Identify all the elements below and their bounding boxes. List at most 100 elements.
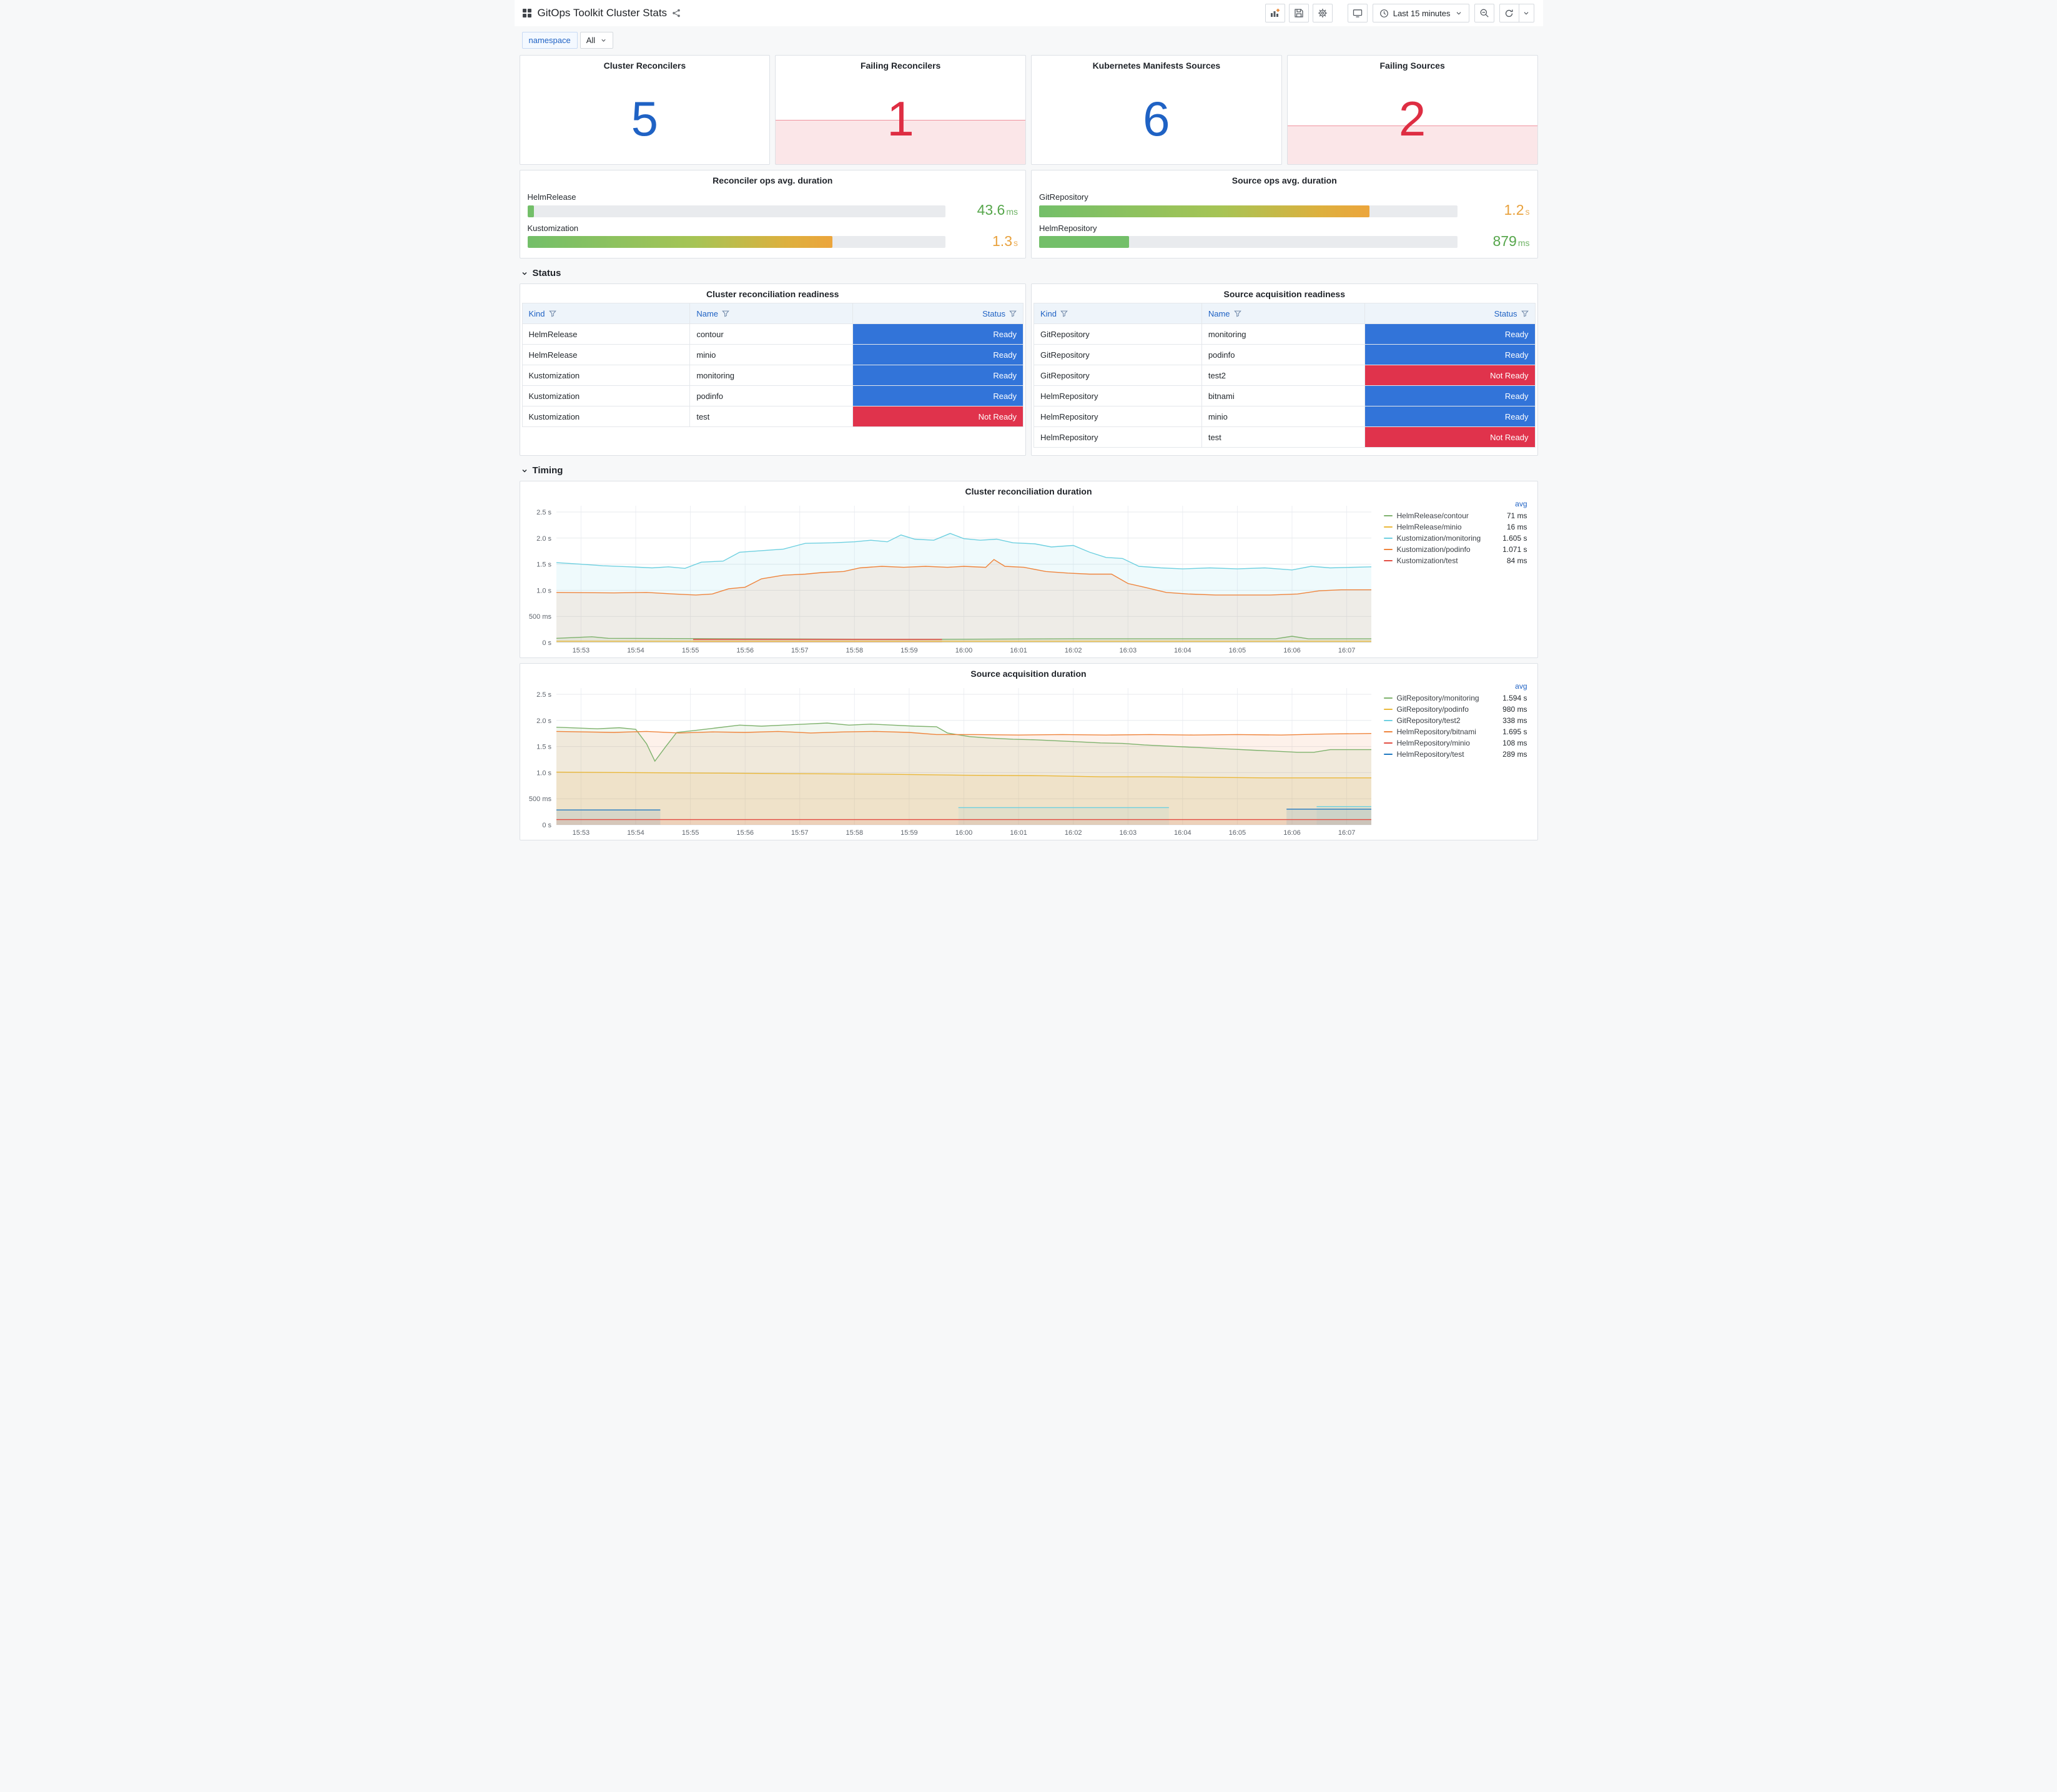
legend-avg-header[interactable]: avg [1384, 500, 1527, 510]
status-tables-row: Cluster reconciliation readiness Kind Na… [515, 283, 1543, 456]
series-name: HelmRepository/minio [1396, 739, 1470, 747]
dashboard-grid-icon[interactable] [522, 8, 532, 18]
legend-item[interactable]: GitRepository/monitoring 1.594 s [1383, 692, 1527, 704]
legend-item[interactable]: HelmRepository/minio 108 ms [1383, 737, 1527, 749]
svg-text:2.0 s: 2.0 s [536, 717, 551, 725]
stat-panel-manifests-sources: Kubernetes Manifests Sources 6 [1031, 55, 1282, 165]
panel-source-acquisition-readiness: Source acquisition readiness Kind Name S… [1031, 283, 1538, 456]
name-cell: podinfo [689, 385, 854, 406]
panel-title[interactable]: Kubernetes Manifests Sources [1032, 56, 1281, 72]
stat-value: 2 [1398, 91, 1426, 146]
column-header-name[interactable]: Name [1202, 309, 1364, 318]
series-avg-value: 84 ms [1506, 556, 1527, 565]
gauge-label: HelmRepository [1039, 223, 1097, 233]
section-status[interactable]: Status [515, 263, 1543, 283]
panel-cluster-reconciliation-readiness: Cluster reconciliation readiness Kind Na… [519, 283, 1026, 456]
series-avg-value: 1.605 s [1502, 534, 1527, 543]
readiness-table: Kind Name Status HelmRelease contour Ready… [521, 303, 1024, 427]
table-row: HelmRepository bitnami Ready [1033, 385, 1536, 406]
svg-text:15:56: 15:56 [736, 647, 754, 654]
legend-item[interactable]: HelmRelease/minio 16 ms [1383, 521, 1527, 533]
status-badge: Ready [852, 365, 1024, 386]
panel-title[interactable]: Failing Sources [1288, 56, 1537, 72]
panel-title[interactable]: Cluster reconciliation readiness [520, 284, 1026, 301]
legend-item[interactable]: HelmRelease/contour 71 ms [1383, 510, 1527, 521]
legend-item[interactable]: Kustomization/test 84 ms [1383, 555, 1527, 566]
series-color-swatch [1383, 549, 1393, 550]
name-cell: minio [1201, 406, 1365, 427]
series-name: GitRepository/podinfo [1396, 705, 1469, 714]
section-timing[interactable]: Timing [515, 461, 1543, 481]
legend-item[interactable]: Kustomization/podinfo 1.071 s [1383, 544, 1527, 555]
gauge-helmrepository: HelmRepository 879 ms [1039, 224, 1530, 249]
time-range-picker[interactable]: Last 15 minutes [1372, 4, 1469, 22]
zoom-out-icon [1480, 9, 1489, 17]
table-row: GitRepository test2 Not Ready [1033, 365, 1536, 386]
legend-item[interactable]: GitRepository/podinfo 980 ms [1383, 704, 1527, 715]
gauge-track [1039, 236, 1458, 249]
panel-title[interactable]: Source ops avg. duration [1032, 170, 1537, 187]
svg-text:15:55: 15:55 [681, 829, 699, 837]
legend-avg-header[interactable]: avg [1384, 682, 1527, 692]
add-panel-button[interactable] [1265, 4, 1285, 22]
series-avg-value: 1.695 s [1502, 727, 1527, 736]
filter-icon [1060, 310, 1068, 317]
dashboard-header: GitOps Toolkit Cluster Stats Last 15 min… [514, 0, 1543, 26]
column-header-status[interactable]: Status [1365, 309, 1535, 318]
variable-namespace-label[interactable]: namespace [521, 32, 578, 49]
gauge-track [527, 205, 945, 217]
svg-text:2.5 s: 2.5 s [536, 691, 551, 699]
panel-title[interactable]: Source acquisition readiness [1032, 284, 1537, 301]
panel-title[interactable]: Cluster Reconcilers [520, 56, 770, 72]
dashboard-settings-button[interactable] [1312, 4, 1333, 22]
stat-value: 6 [1143, 91, 1170, 146]
panel-title[interactable]: Reconciler ops avg. duration [520, 170, 1026, 187]
svg-text:16:05: 16:05 [1228, 647, 1246, 654]
chevron-down-icon [521, 272, 527, 275]
kind-cell: GitRepository [1033, 344, 1202, 365]
share-icon[interactable] [672, 9, 681, 17]
gauge-value: 1.2 s [1504, 202, 1530, 219]
svg-text:16:07: 16:07 [1338, 647, 1355, 654]
variable-namespace-select[interactable]: All [580, 32, 614, 49]
column-header-name[interactable]: Name [690, 309, 852, 318]
legend-item[interactable]: Kustomization/monitoring 1.605 s [1383, 533, 1527, 544]
series-name: Kustomization/monitoring [1396, 534, 1481, 543]
series-color-swatch [1383, 709, 1393, 710]
filter-icon [1233, 310, 1241, 317]
svg-text:16:04: 16:04 [1174, 829, 1191, 837]
table-header-row: Kind Name Status [521, 303, 1024, 324]
table-row: HelmRelease contour Ready [521, 323, 1024, 345]
table-row: Kustomization monitoring Ready [521, 365, 1024, 386]
legend-item[interactable]: HelmRepository/bitnami 1.695 s [1383, 726, 1527, 737]
name-cell: minio [689, 344, 854, 365]
column-header-kind[interactable]: Kind [1034, 309, 1201, 318]
panel-title[interactable]: Source acquisition duration [520, 664, 1537, 681]
refresh-button[interactable] [1499, 4, 1519, 22]
panel-title[interactable]: Cluster reconciliation duration [520, 481, 1537, 498]
panel-title[interactable]: Failing Reconcilers [776, 56, 1025, 72]
series-color-swatch [1383, 560, 1393, 561]
svg-text:2.5 s: 2.5 s [536, 509, 551, 516]
legend-item[interactable]: GitRepository/test2 338 ms [1383, 715, 1527, 726]
svg-text:16:02: 16:02 [1064, 829, 1082, 837]
series-color-swatch [1383, 697, 1393, 699]
table-row: HelmRepository minio Ready [1033, 406, 1536, 427]
zoom-out-button[interactable] [1474, 4, 1494, 22]
gauge-label: HelmRelease [527, 192, 576, 202]
panel-reconciler-ops-duration: Reconciler ops avg. duration HelmRelease… [519, 170, 1026, 258]
svg-text:2.0 s: 2.0 s [536, 535, 551, 543]
svg-text:0 s: 0 s [542, 822, 551, 829]
legend-item[interactable]: HelmRepository/test 289 ms [1383, 749, 1527, 760]
column-header-status[interactable]: Status [853, 309, 1023, 318]
tv-mode-button[interactable] [1347, 4, 1368, 22]
series-name: HelmRepository/test [1396, 750, 1464, 759]
series-color-swatch [1383, 538, 1393, 539]
save-dashboard-button[interactable] [1288, 4, 1309, 22]
svg-text:16:03: 16:03 [1119, 829, 1137, 837]
column-header-kind[interactable]: Kind [523, 309, 690, 318]
series-color-swatch [1383, 526, 1393, 528]
filter-icon [1009, 310, 1017, 317]
refresh-interval-dropdown[interactable] [1519, 4, 1534, 22]
series-avg-value: 980 ms [1502, 705, 1527, 714]
